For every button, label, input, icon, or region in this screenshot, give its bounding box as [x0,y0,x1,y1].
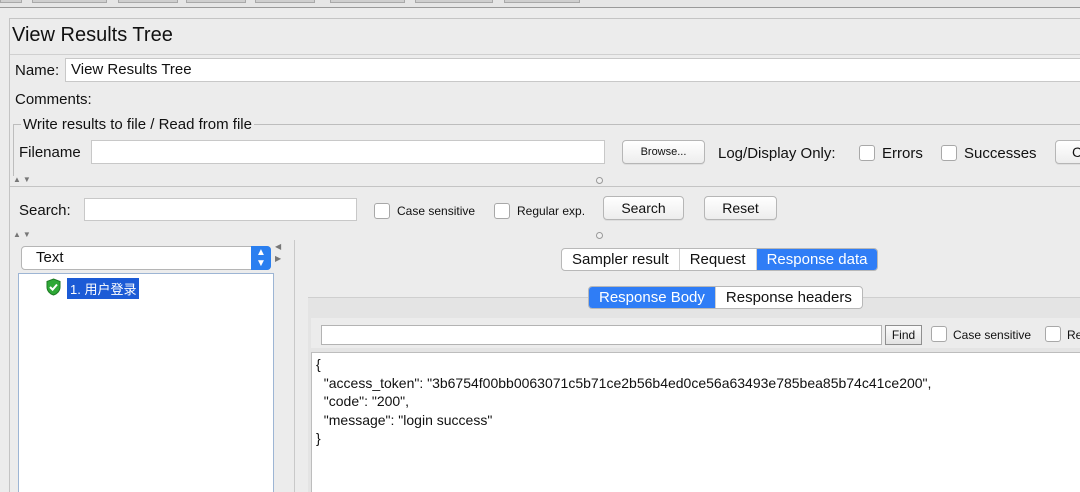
splitter-handle-icon[interactable] [596,232,603,239]
find-input[interactable] [321,325,882,345]
regular-exp-label: Regular exp. [517,204,586,218]
toolbar-tab[interactable] [118,0,178,3]
comments-input[interactable] [97,89,1080,111]
tab-sampler-result[interactable]: Sampler result [562,249,680,270]
find-button[interactable]: Find [885,325,922,345]
find-case-sensitive-label: Case sensitive [953,328,1032,342]
response-data-panel: Response Body Response headers Find Case… [308,286,1080,492]
collapse-left-icon[interactable]: ◀ [275,242,281,251]
response-body-text[interactable]: { "access_token": "3b6754f00bb0063071c5b… [311,352,1080,492]
filename-input[interactable] [91,140,605,164]
configure-button[interactable]: C [1055,140,1080,164]
tree-item-label[interactable]: 1. 用户登录 [67,278,140,299]
toolbar-tab[interactable] [0,0,22,3]
results-tree-pane: Text ▲ ▼ 1. 用户登录 [15,240,285,492]
vertical-splitter[interactable]: ◀ ▶ [273,240,293,492]
splitter-handle-icon[interactable] [596,177,603,184]
successes-label: Successes [964,145,1037,162]
expand-right-icon[interactable]: ▶ [275,254,281,263]
comments-label: Comments: [15,91,92,108]
find-case-sensitive-checkbox[interactable] [931,326,947,342]
collapse-arrows-icon[interactable]: ▲▼ [13,175,33,184]
tab-response-headers[interactable]: Response headers [716,287,862,308]
file-group-title: Write results to file / Read from file [21,116,254,133]
result-detail-pane: Sampler result Request Response data Res… [294,240,1080,492]
reset-button[interactable]: Reset [704,196,777,220]
case-sensitive-label: Case sensitive [397,204,476,218]
renderer-select[interactable]: Text ▲ ▼ [21,246,271,270]
renderer-selected-value: Text [36,249,64,266]
toolbar-tab[interactable] [32,0,107,3]
name-label: Name: [15,62,60,79]
browse-button[interactable]: Browse... [622,140,705,164]
search-button[interactable]: Search [603,196,684,220]
find-bar: Find Case sensitive Re [311,318,1080,348]
success-shield-icon [46,278,61,296]
results-tree[interactable]: 1. 用户登录 [18,273,274,492]
result-tabs: Sampler result Request Response data [561,248,879,271]
collapse-arrows-icon[interactable]: ▲▼ [13,230,33,239]
regular-exp-checkbox[interactable] [494,203,510,219]
tab-request[interactable]: Request [680,249,757,270]
splitter-top[interactable]: ▲▼ [10,175,1080,185]
errors-checkbox[interactable] [859,145,875,161]
page-title: View Results Tree [12,24,173,46]
case-sensitive-checkbox[interactable] [374,203,390,219]
log-display-only-label: Log/Display Only: [718,145,836,162]
find-regular-exp-label: Re [1067,328,1080,342]
toolbar-tab[interactable] [255,0,315,3]
search-input[interactable] [84,198,357,221]
filename-label: Filename [19,144,81,161]
toolbar-tab[interactable] [415,0,493,3]
select-updown-icon[interactable]: ▲ ▼ [251,246,271,270]
response-tabs: Response Body Response headers [588,286,863,309]
find-regular-exp-checkbox[interactable] [1045,326,1061,342]
toolbar-tab[interactable] [186,0,246,3]
tab-response-body[interactable]: Response Body [589,287,716,308]
search-label: Search: [19,202,71,219]
toolbar-strip [0,0,1080,8]
toolbar-tab[interactable] [330,0,405,3]
name-input[interactable]: View Results Tree [65,58,1080,82]
errors-label: Errors [882,145,923,162]
splitter-middle[interactable]: ▲▼ [10,230,1080,240]
tab-response-data[interactable]: Response data [756,249,878,270]
toolbar-tab[interactable] [504,0,580,3]
view-results-tree-window: View Results Tree Name: View Results Tre… [0,0,1080,492]
divider [10,54,1080,55]
successes-checkbox[interactable] [941,145,957,161]
